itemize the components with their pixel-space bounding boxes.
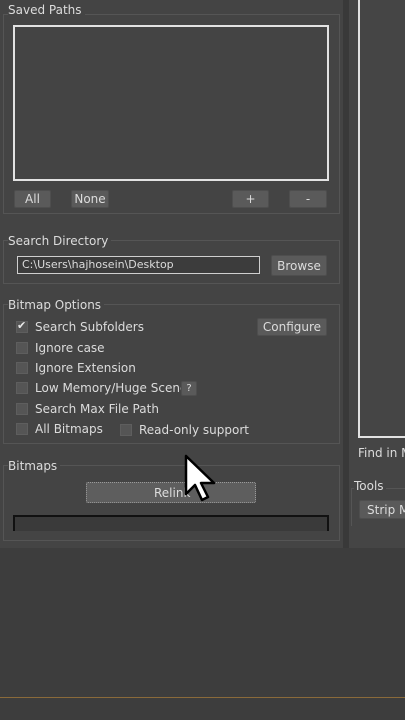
remove-path-button[interactable]: - [289, 190, 327, 208]
option-all-bitmaps[interactable]: All Bitmaps [16, 422, 103, 436]
saved-paths-title: Saved Paths [8, 3, 85, 17]
low-memory-label: Low Memory/Huge Scene [35, 381, 188, 395]
configure-button[interactable]: Configure [257, 318, 327, 336]
browse-button[interactable]: Browse [271, 255, 327, 276]
search-subfolders-checkbox[interactable] [16, 319, 28, 333]
help-button[interactable]: ? [181, 381, 197, 396]
option-read-only-support[interactable]: Read-only support [120, 423, 249, 437]
option-search-subfolders[interactable]: Search Subfolders [16, 319, 144, 334]
strip-button[interactable]: Strip M [359, 500, 405, 519]
ignore-case-label: Ignore case [35, 341, 105, 355]
viewport-background [0, 548, 405, 720]
option-low-memory[interactable]: Low Memory/Huge Scene [16, 381, 187, 395]
ignore-case-checkbox[interactable] [16, 342, 28, 354]
right-panel: Find in M Tools Strip M [349, 0, 405, 548]
find-in-label: Find in M [358, 446, 405, 460]
strip-label: Strip M [367, 502, 405, 517]
read-only-support-checkbox[interactable] [120, 424, 132, 436]
read-only-support-label: Read-only support [139, 423, 249, 437]
saved-paths-list[interactable] [13, 25, 329, 181]
option-ignore-extension[interactable]: Ignore Extension [16, 361, 136, 375]
bitmaps-title: Bitmaps [8, 459, 61, 473]
progress-bar [13, 515, 329, 531]
mouse-cursor-icon [184, 454, 216, 502]
ignore-extension-label: Ignore Extension [35, 361, 136, 375]
tools-title: Tools [354, 479, 386, 493]
search-max-file-path-checkbox[interactable] [16, 403, 28, 415]
search-max-file-path-label: Search Max File Path [35, 402, 159, 416]
low-memory-checkbox[interactable] [16, 382, 28, 394]
right-list-box[interactable] [358, 0, 405, 438]
select-none-button[interactable]: None [71, 190, 109, 208]
search-directory-input[interactable]: C:\Users\hajhosein\Desktop [17, 256, 260, 274]
option-ignore-case[interactable]: Ignore case [16, 341, 105, 355]
ignore-extension-checkbox[interactable] [16, 362, 28, 374]
relink-button[interactable]: Relink [86, 482, 256, 503]
search-directory-title: Search Directory [8, 234, 112, 248]
search-subfolders-label: Search Subfolders [35, 320, 144, 334]
option-search-max-file-path[interactable]: Search Max File Path [16, 402, 159, 416]
timeline-divider [0, 697, 405, 698]
add-path-button[interactable]: + [232, 190, 269, 208]
bitmap-options-title: Bitmap Options [8, 298, 105, 312]
select-all-button[interactable]: All [14, 190, 51, 208]
all-bitmaps-label: All Bitmaps [35, 422, 103, 436]
search-directory-value: C:\Users\hajhosein\Desktop [22, 258, 174, 271]
all-bitmaps-checkbox[interactable] [16, 423, 28, 435]
